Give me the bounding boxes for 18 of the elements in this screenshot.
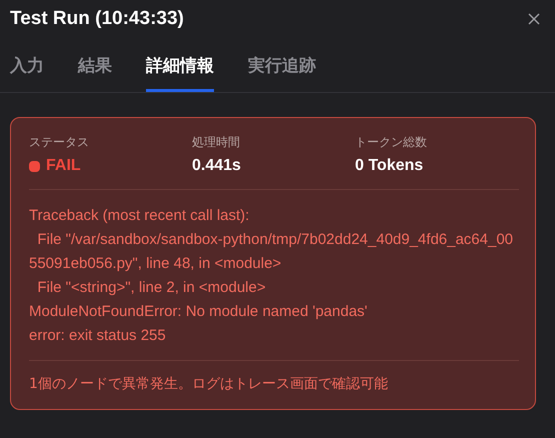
error-line: File "/var/sandbox/sandbox-python/tmp/7b02dd24_40d9_4fd6_ac64_0055091eb056.py", line 48, in <module> xyxy=(29,230,514,274)
close-icon[interactable] xyxy=(528,13,540,25)
tab[interactable]: 結果 xyxy=(78,54,112,92)
tab[interactable]: 詳細情報 xyxy=(146,54,214,92)
stat-value: FAIL xyxy=(46,157,81,175)
error-line: File "<string>", line 2, in <module> xyxy=(36,278,267,298)
error-line: Traceback (most recent call last): xyxy=(29,206,250,226)
tab[interactable]: 入力 xyxy=(10,54,44,92)
error-line: ModuleNotFoundError: No module named 'pandas' xyxy=(29,302,368,322)
stat-value: 0.441s xyxy=(192,157,241,175)
stat-value: 0 Tokens xyxy=(355,157,424,175)
window-title: Test Run (10:43:33) xyxy=(10,8,184,30)
error-line: error: exit status 255 xyxy=(29,326,167,346)
stat-label: 処理時間 xyxy=(192,134,241,151)
stat-label: ステータス xyxy=(29,134,90,151)
error-summary: 1個のノードで異常発生。ログはトレース画面で確認可能 xyxy=(29,375,389,393)
stat-label: トークン総数 xyxy=(355,134,428,151)
tab[interactable]: 実行追跡 xyxy=(248,54,316,92)
